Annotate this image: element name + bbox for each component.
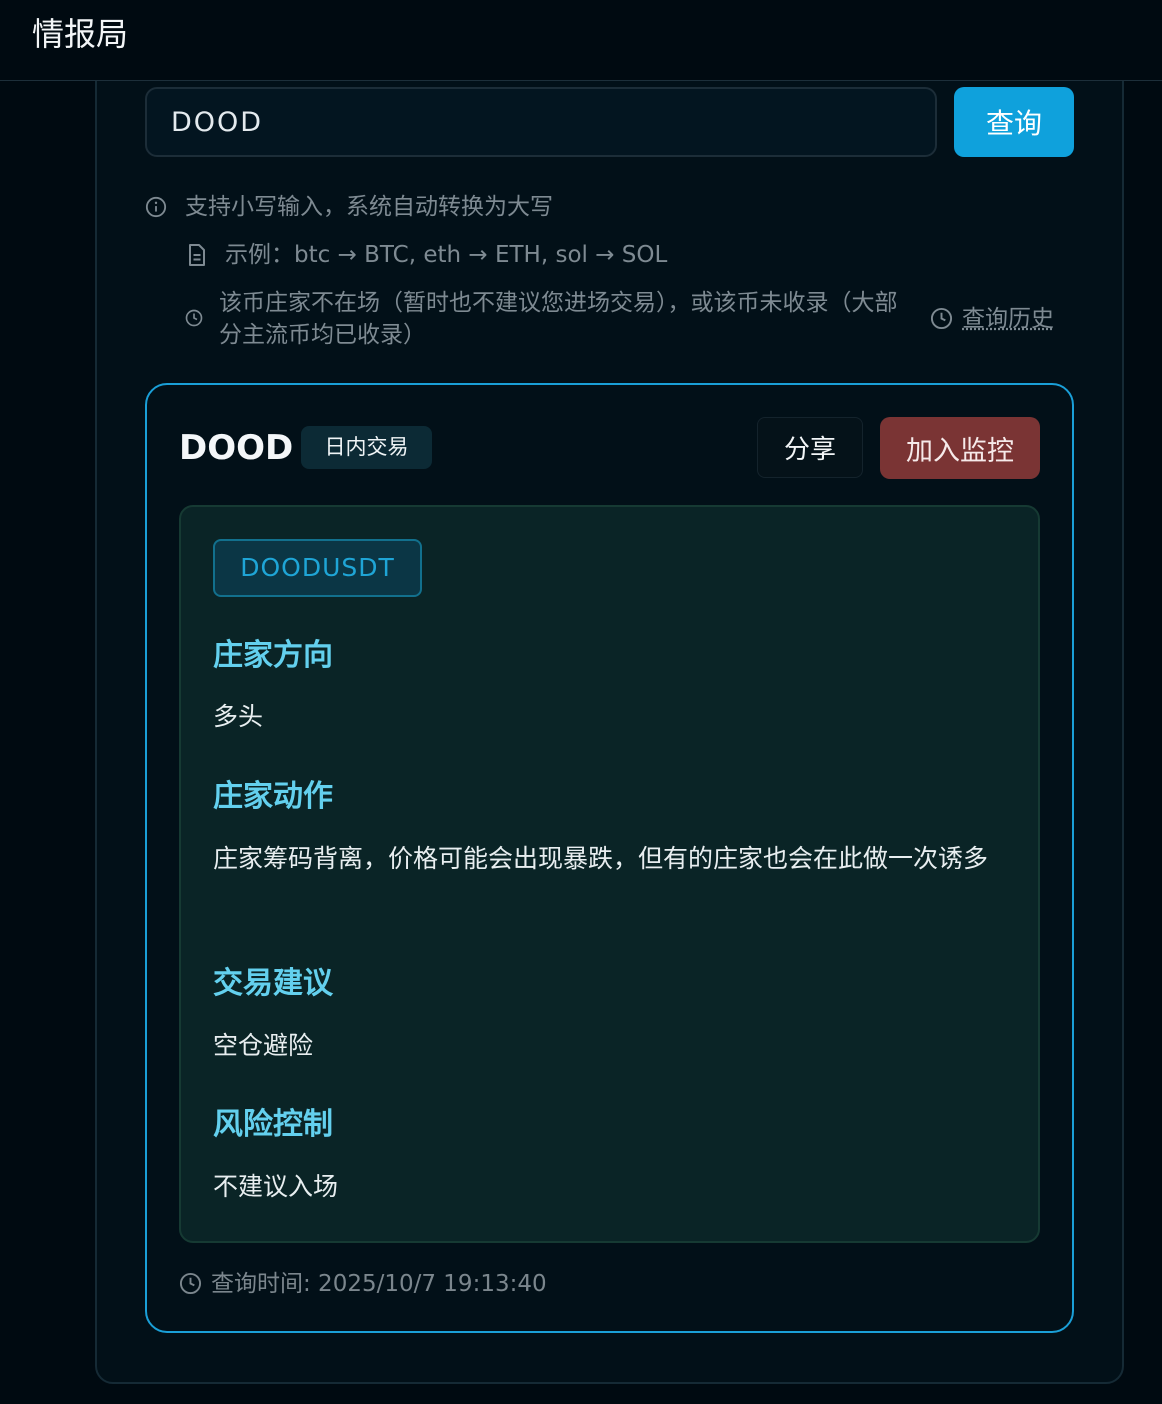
clock-icon (930, 307, 953, 330)
hint-example-text: 示例：btc → BTC, eth → ETH, sol → SOL (225, 242, 668, 268)
section-title-advice: 交易建议 (213, 966, 333, 1001)
section-body-advice: 空仓避险 (213, 1031, 314, 1060)
coin-name: DOOD (179, 428, 294, 468)
hint-notice-text: 该币庄家不在场（暂时也不建议您进场交易），或该币未收录（大部分主流币均已收录） (219, 290, 898, 348)
share-button[interactable]: 分享 (757, 417, 863, 478)
section-title-direction: 庄家方向 (213, 638, 333, 673)
document-icon (189, 244, 205, 266)
section-body-risk: 不建议入场 (213, 1172, 339, 1201)
section-body-direction: 多头 (213, 702, 264, 731)
trade-type-badge: 日内交易 (301, 426, 432, 469)
clock-icon (185, 309, 203, 327)
search-input[interactable] (145, 87, 937, 157)
app-title: 情报局 (32, 15, 129, 53)
info-icon (145, 196, 167, 218)
section-body-action: 庄家筹码背离，价格可能会出现暴跌，但有的庄家也会在此做一次诱多 (213, 844, 989, 873)
clock-icon (179, 1272, 202, 1295)
add-monitor-button[interactable]: 加入监控 (880, 417, 1040, 479)
section-title-risk: 风险控制 (213, 1107, 333, 1142)
top-bar: 情报局 (0, 0, 1162, 81)
query-time-text: 查询时间: 2025/10/7 19:13:40 (211, 1271, 547, 1297)
query-history-label[interactable]: 查询历史 (962, 303, 1054, 335)
hint-uppercase-text: 支持小写输入，系统自动转换为大写 (185, 194, 553, 220)
section-title-action: 庄家动作 (213, 779, 333, 814)
search-button[interactable]: 查询 (954, 87, 1074, 157)
trading-pair-badge: DOODUSDT (213, 539, 422, 597)
